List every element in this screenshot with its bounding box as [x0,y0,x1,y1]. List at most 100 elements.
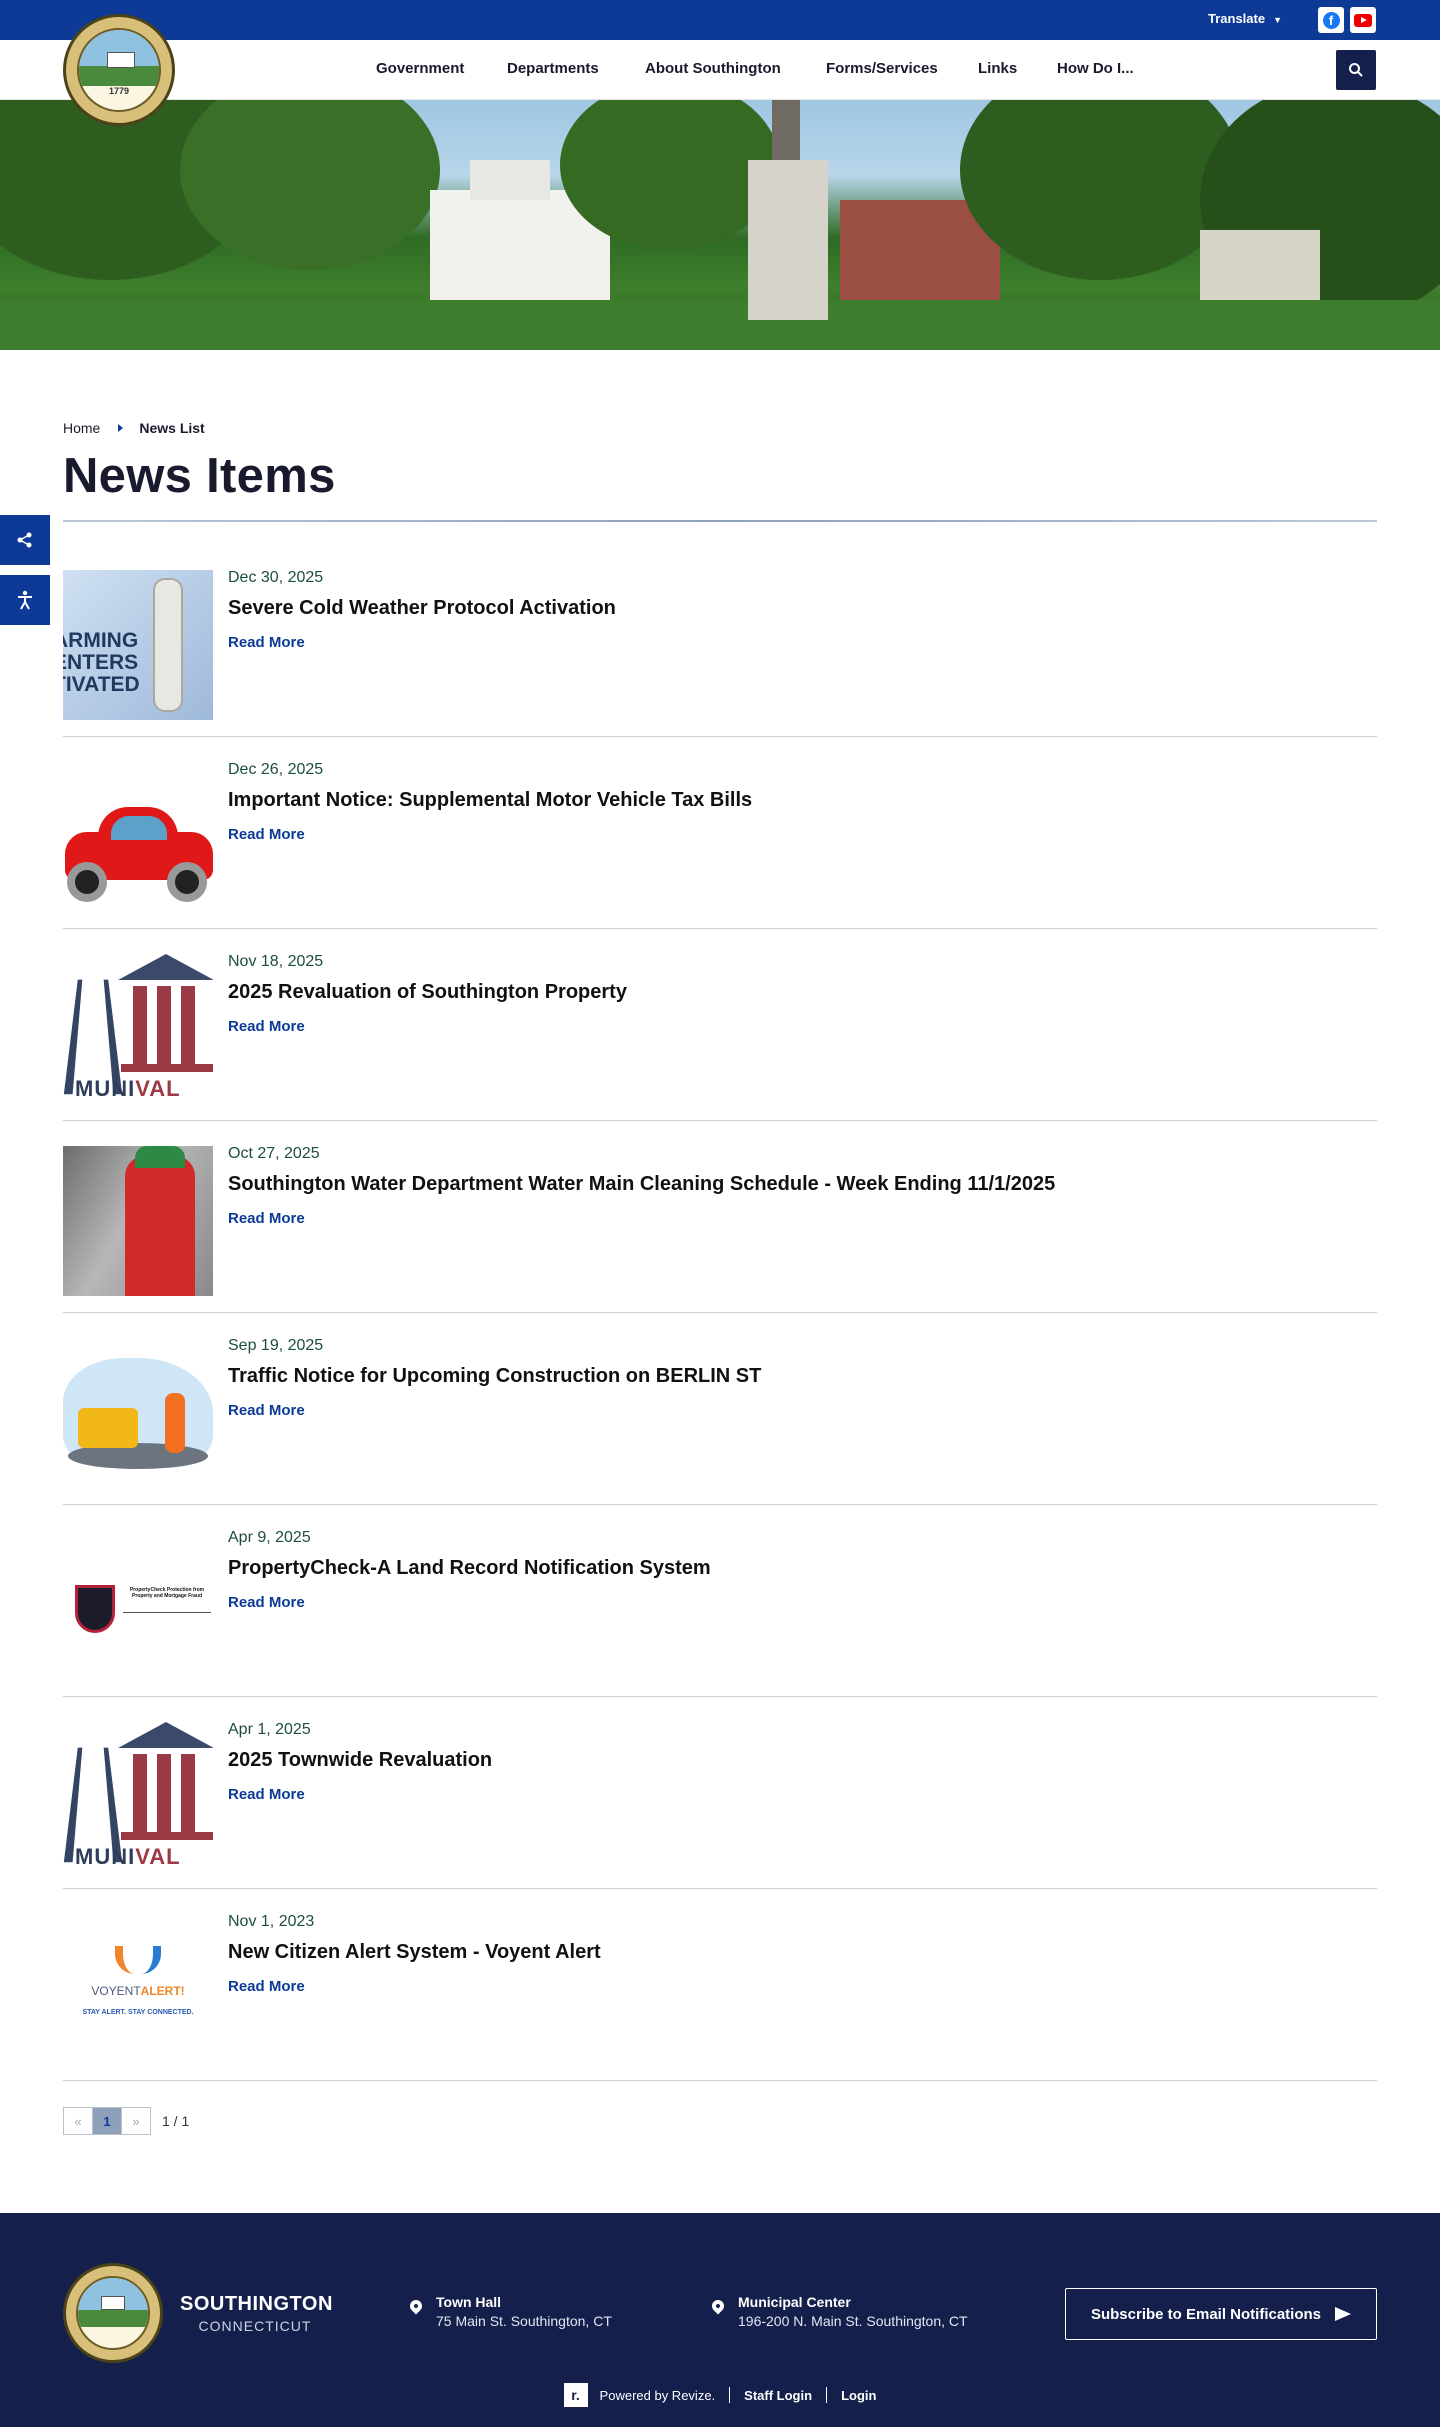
read-more-link[interactable]: Read More [228,1786,305,1803]
breadcrumb-home[interactable]: Home [63,420,100,436]
location-address: 75 Main St. Southington, CT [436,2313,612,2329]
breadcrumb-current: News List [139,420,205,436]
town-name: SOUTHINGTON [180,2293,333,2315]
accessibility-button[interactable] [0,575,50,625]
read-more-link[interactable]: Read More [228,1018,305,1035]
news-item: Sep 19, 2025 Traffic Notice for Upcoming… [63,1313,1377,1505]
location-address: 196-200 N. Main St. Southington, CT [738,2313,968,2329]
nav-item-links[interactable]: Links [978,60,1017,77]
breadcrumb-separator-icon [118,424,124,432]
facebook-link[interactable]: f [1318,7,1344,33]
youtube-link[interactable] [1350,7,1376,33]
thumbnail-text: ARMING ENTERS TIVATED [63,629,140,696]
town-state: CONNECTICUT [198,2318,312,2334]
nav-item-departments[interactable]: Departments [507,60,599,77]
news-title[interactable]: PropertyCheck-A Land Record Notification… [228,1557,711,1580]
page-title: News Items [63,449,336,503]
divider [729,2387,731,2403]
news-title[interactable]: 2025 Townwide Revaluation [228,1749,492,1772]
subscribe-email-button[interactable]: Subscribe to Email Notifications [1065,2288,1377,2340]
news-item: MUNIVAL Nov 18, 2025 2025 Revaluation of… [63,929,1377,1121]
thumbnail-text: MUNIVAL [75,1076,181,1101]
news-date: Apr 9, 2025 [228,1529,311,1546]
staff-login-link[interactable]: Staff Login [744,2388,812,2403]
footer-town-name: SOUTHINGTON CONNECTICUT [180,2293,333,2334]
news-title[interactable]: Severe Cold Weather Protocol Activation [228,597,616,620]
title-divider [63,520,1377,522]
login-link[interactable]: Login [841,2388,876,2403]
chevron-down-icon: ▼ [1273,15,1283,25]
send-icon [1335,2307,1352,2321]
news-thumbnail[interactable]: MUNIVAL [63,954,213,1104]
news-item: MUNIVAL Apr 1, 2025 2025 Townwide Revalu… [63,1697,1377,1889]
seal-emblem [76,2276,150,2350]
read-more-link[interactable]: Read More [228,1210,305,1227]
read-more-link[interactable]: Read More [228,1978,305,1995]
translate-label: Translate [1208,11,1266,26]
prev-page-button[interactable]: « [63,2107,93,2135]
news-item: ARMING ENTERS TIVATED Dec 30, 2025 Sever… [63,545,1377,737]
share-button[interactable] [0,515,50,565]
news-date: Sep 19, 2025 [228,1337,324,1354]
news-item: PropertyCheck Protection from Property a… [63,1505,1377,1697]
news-title[interactable]: Southington Water Department Water Main … [228,1173,1055,1196]
news-thumbnail[interactable]: PropertyCheck Protection from Property a… [63,1530,213,1680]
nav-item-forms-services[interactable]: Forms/Services [826,60,938,77]
footer-location-town-hall[interactable]: Town Hall 75 Main St. Southington, CT [407,2294,612,2329]
nav-item-how-do-i[interactable]: How Do I... [1057,60,1134,77]
subscribe-label: Subscribe to Email Notifications [1090,2305,1322,2323]
news-date: Nov 1, 2023 [228,1913,315,1930]
revize-logo-icon: r. [563,2383,588,2407]
read-more-link[interactable]: Read More [228,1594,305,1611]
footer: SOUTHINGTON CONNECTICUT Town Hall 75 Mai… [0,2213,1440,2427]
news-thumbnail[interactable]: VOYENTALERT! STAY ALERT. STAY CONNECTED. [63,1914,213,2064]
read-more-link[interactable]: Read More [228,1402,305,1419]
thumbnail-text: PropertyCheck Protection from Property a… [129,1587,205,1599]
nav-item-government[interactable]: Government [376,60,464,77]
translate-dropdown[interactable]: Translate ▼ [1208,11,1282,26]
news-date: Nov 18, 2025 [228,953,324,970]
news-thumbnail[interactable]: ARMING ENTERS TIVATED [63,570,213,720]
news-thumbnail[interactable] [63,1338,213,1488]
footer-bottom-bar: r. Powered by Revize. Staff Login Login [0,2383,1440,2407]
youtube-icon [1354,13,1372,27]
news-date: Dec 30, 2025 [228,569,324,586]
location-name: Town Hall [436,2294,502,2310]
map-pin-icon [407,2297,425,2315]
news-item: Dec 26, 2025 Important Notice: Supplemen… [63,737,1377,929]
breadcrumb: Home News List [63,420,205,436]
facebook-icon: f [1322,11,1340,29]
read-more-link[interactable]: Read More [228,826,305,843]
seal-year: 1779 [108,86,130,96]
town-seal-logo[interactable]: 1779 [63,14,175,126]
news-date: Oct 27, 2025 [228,1145,320,1162]
news-title[interactable]: 2025 Revaluation of Southington Property [228,981,627,1004]
seal-emblem: 1779 [77,28,161,112]
utility-bar: Translate ▼ f [0,0,1440,40]
news-date: Apr 1, 2025 [228,1721,311,1738]
news-title[interactable]: Traffic Notice for Upcoming Construction… [228,1365,761,1388]
page-count: 1 / 1 [162,2113,190,2129]
map-pin-icon [709,2297,727,2315]
search-button[interactable] [1336,50,1376,90]
pagination: « 1 » 1 / 1 [63,2107,189,2135]
footer-location-municipal-center[interactable]: Municipal Center 196-200 N. Main St. Sou… [709,2294,968,2329]
news-thumbnail[interactable] [63,1146,213,1296]
page-button-current[interactable]: 1 [92,2107,122,2135]
news-list: ARMING ENTERS TIVATED Dec 30, 2025 Sever… [63,545,1377,2081]
news-item: Oct 27, 2025 Southington Water Departmen… [63,1121,1377,1313]
news-item: VOYENTALERT! STAY ALERT. STAY CONNECTED.… [63,1889,1377,2081]
thumbnail-text: VOYENTALERT! [91,1984,185,1998]
news-date: Dec 26, 2025 [228,761,324,778]
news-thumbnail[interactable]: MUNIVAL [63,1722,213,1872]
next-page-button[interactable]: » [121,2107,151,2135]
nav-item-about-southington[interactable]: About Southington [645,60,781,77]
thumbnail-tagline: STAY ALERT. STAY CONNECTED. [82,2009,194,2016]
read-more-link[interactable]: Read More [228,634,305,651]
news-title[interactable]: Important Notice: Supplemental Motor Veh… [228,789,752,812]
news-thumbnail[interactable] [63,762,213,912]
powered-by[interactable]: Powered by Revize. [600,2388,716,2403]
footer-seal-logo[interactable] [63,2263,163,2363]
news-title[interactable]: New Citizen Alert System - Voyent Alert [228,1941,601,1964]
divider [826,2387,828,2403]
